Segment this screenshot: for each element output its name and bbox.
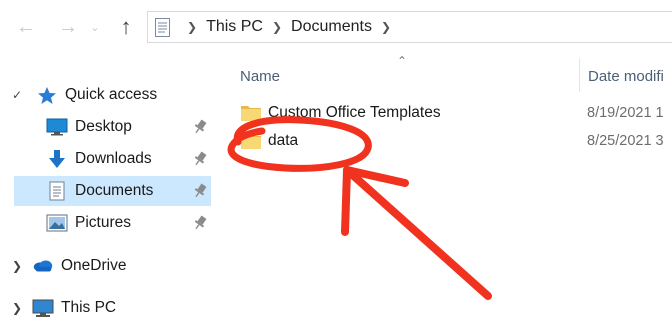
folder-icon [241, 134, 261, 149]
chevron-right-icon[interactable]: ❯ [10, 301, 24, 315]
pin-icon[interactable] [193, 151, 207, 167]
arrow-right-icon: → [58, 15, 78, 38]
chevron-down-icon: ⌄ [90, 21, 100, 34]
sidebar-item-label: This PC [61, 299, 117, 316]
sidebar-item-label: Downloads [75, 150, 152, 167]
file-name: Custom Office Templates [268, 104, 441, 121]
arrow-up-icon: ↑ [120, 14, 132, 39]
pin-icon[interactable] [193, 215, 207, 231]
star-icon [36, 85, 58, 105]
chevron-right-icon[interactable]: ❯ [10, 259, 24, 273]
desktop-icon [46, 117, 68, 137]
pin-icon[interactable] [193, 119, 207, 135]
file-row-data[interactable]: data 8/25/2021 3 [235, 127, 672, 155]
back-button[interactable]: ← [13, 12, 39, 42]
sidebar-item-label: Pictures [75, 214, 131, 231]
address-bar[interactable]: ❯ This PC ❯ Documents ❯ [147, 11, 672, 43]
sidebar-item-label: OneDrive [61, 257, 127, 274]
breadcrumb-separator-icon[interactable]: ❯ [272, 20, 282, 34]
sidebar-item-downloads[interactable]: Downloads [14, 144, 211, 174]
column-header-name[interactable]: Name [240, 64, 570, 88]
navigation-bar: ← → ⌄ ↑ ❯ This PC ❯ Documents ❯ [0, 0, 672, 52]
pictures-icon [46, 213, 68, 233]
sidebar-item-documents[interactable]: Documents [14, 176, 211, 206]
cloud-icon [32, 256, 54, 276]
documents-folder-icon [154, 17, 170, 37]
file-list: ⌃ Name Date modifi Custom Office Templat… [215, 52, 672, 333]
sidebar-item-label: Documents [75, 182, 154, 199]
forward-button[interactable]: → [55, 12, 81, 42]
sidebar-item-desktop[interactable]: Desktop [14, 112, 211, 142]
sidebar-item-quick-access[interactable]: ✓ Quick access [12, 80, 211, 110]
sidebar-item-this-pc[interactable]: ❯ This PC [12, 293, 211, 323]
download-arrow-icon [46, 149, 68, 169]
sidebar-item-onedrive[interactable]: ❯ OneDrive [12, 251, 211, 281]
arrow-left-icon: ← [16, 15, 36, 38]
file-date-modified: 8/19/2021 1 [587, 105, 664, 121]
pin-icon[interactable] [193, 183, 207, 199]
document-icon [46, 181, 68, 201]
sidebar-item-pictures[interactable]: Pictures [14, 208, 211, 238]
breadcrumb-documents[interactable]: Documents [291, 16, 372, 38]
computer-icon [32, 298, 54, 318]
breadcrumb-this-pc[interactable]: This PC [206, 16, 263, 38]
breadcrumb-separator-icon[interactable]: ❯ [381, 20, 391, 34]
file-name: data [268, 132, 299, 149]
folder-icon [241, 106, 261, 121]
navigation-pane: ✓ Quick access Desktop Downloads Documen… [0, 52, 215, 333]
sidebar-item-label: Quick access [65, 86, 158, 103]
recent-locations-button[interactable]: ⌄ [86, 12, 104, 42]
breadcrumb-separator-icon[interactable]: ❯ [187, 20, 197, 34]
column-divider[interactable] [579, 58, 580, 92]
sidebar-item-label: Desktop [75, 118, 132, 135]
up-button[interactable]: ↑ [113, 12, 139, 42]
file-date-modified: 8/25/2021 3 [587, 133, 664, 149]
column-header-date-modified[interactable]: Date modifi [588, 64, 672, 88]
file-row-custom-office-templates[interactable]: Custom Office Templates 8/19/2021 1 [235, 99, 672, 127]
chevron-expanded-icon[interactable]: ✓ [10, 88, 24, 102]
file-explorer-window: ← → ⌄ ↑ ❯ This PC ❯ Documents ❯ ✓ Quick … [0, 0, 672, 333]
